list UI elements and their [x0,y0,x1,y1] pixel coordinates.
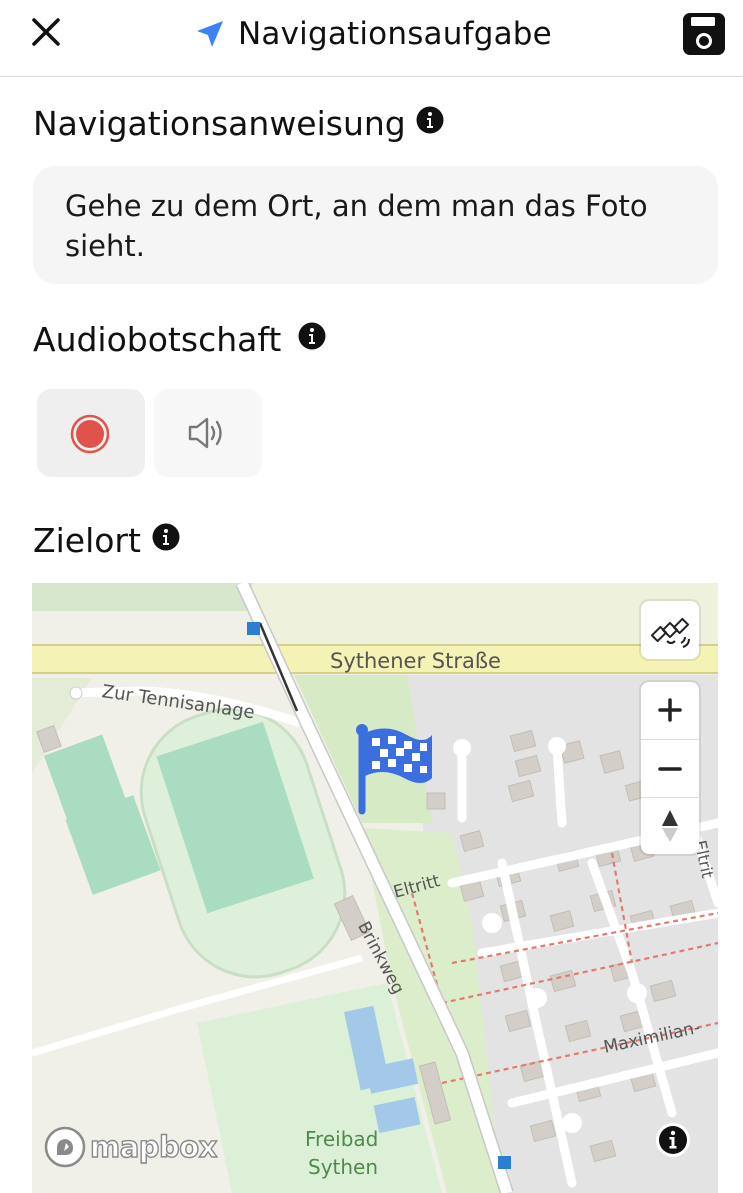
mapbox-attribution: mapbox [89,1129,218,1164]
map-label-sythener-strasse: Sythener Straße [330,649,501,673]
satellite-toggle-button[interactable] [641,601,699,659]
record-button[interactable] [37,389,145,477]
save-icon [683,13,725,55]
close-icon [32,18,60,46]
satellite-icon [650,617,690,648]
map-label-freibad: Freibad [305,1127,379,1151]
page-title: Navigationsaufgabe [238,16,552,52]
play-audio-button[interactable] [154,389,262,477]
destination-map[interactable]: Sythener Straße Zur Tennisanlage Brinkwe… [32,583,718,1193]
instruction-field[interactable]: Gehe zu dem Ort, an dem man das Foto sie… [33,166,718,284]
plus-icon [658,698,682,722]
info-icon[interactable] [298,322,326,350]
map-attribution-info-icon[interactable] [655,1122,691,1158]
compass-button[interactable] [641,798,699,855]
zoom-controls [641,682,699,854]
minus-icon [658,767,682,771]
zoom-out-button[interactable] [641,740,699,797]
map-label-sythen: Sythen [308,1155,379,1179]
info-icon[interactable] [152,523,180,551]
mapbox-logo-icon [44,1126,86,1168]
header: Navigationsaufgabe [0,0,743,77]
speaker-icon [188,417,222,449]
record-icon [70,414,110,454]
destination-label: Zielort [33,521,141,560]
compass-icon [662,810,678,842]
save-button[interactable] [682,12,726,56]
map-canvas[interactable] [32,583,718,1193]
instruction-text: Gehe zu dem Ort, an dem man das Foto sie… [65,189,648,263]
audio-label: Audiobotschaft [33,320,282,359]
navigation-arrow-icon [197,21,223,47]
mapbox-logo[interactable]: mapbox [44,1125,218,1169]
instruction-label: Navigationsanweisung [33,104,406,143]
info-icon[interactable] [416,106,444,134]
close-button[interactable] [28,14,64,50]
zoom-in-button[interactable] [641,682,699,739]
header-title-group: Navigationsaufgabe [194,12,552,56]
